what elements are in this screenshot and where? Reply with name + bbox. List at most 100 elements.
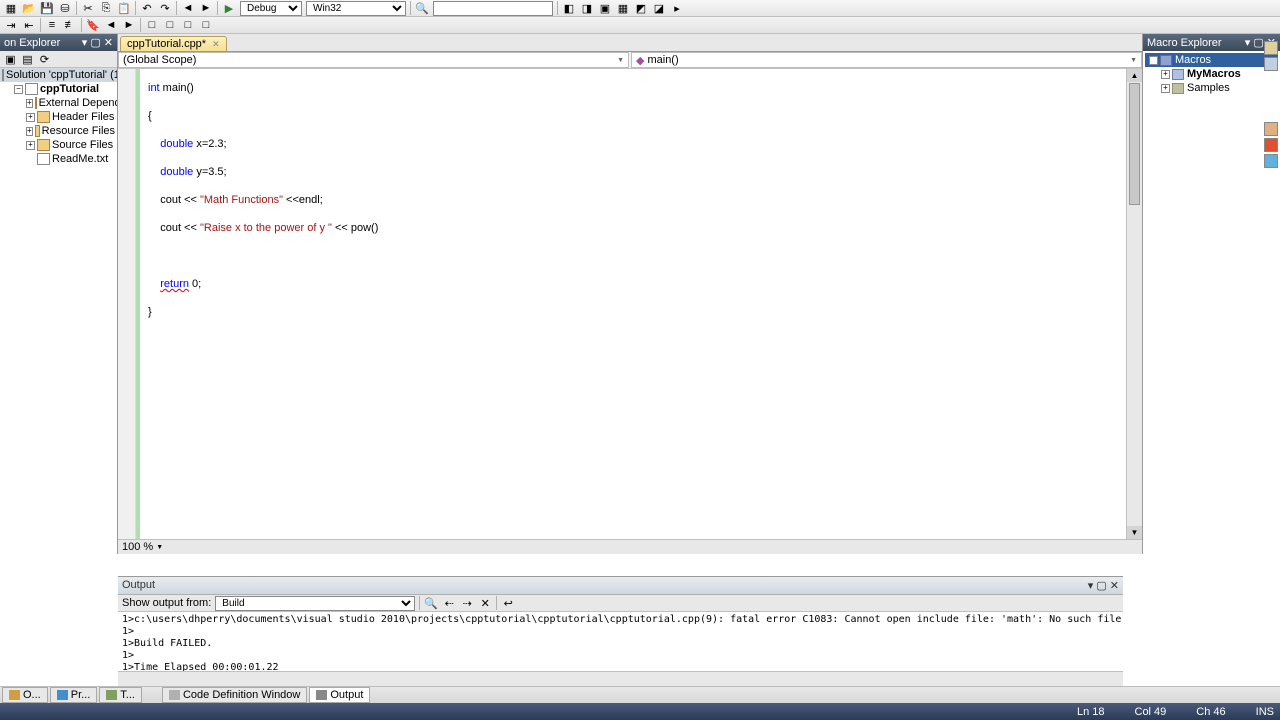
project-icon — [25, 83, 38, 95]
find-input[interactable] — [433, 1, 553, 16]
folder-external-deps[interactable]: + External Dependencies — [0, 96, 117, 110]
expand-icon[interactable]: − — [1149, 56, 1158, 65]
uncomment-icon[interactable]: ≢ — [62, 18, 78, 33]
tb-misc1-icon[interactable]: ◧ — [561, 1, 577, 16]
tb2-misc3-icon[interactable]: □ — [180, 18, 196, 33]
panel-dropdown-icon[interactable]: ▾ — [1245, 37, 1251, 49]
bookmark-icon[interactable]: 🔖 — [85, 18, 101, 33]
output-text[interactable]: 1>c:\users\dhperry\documents\visual stud… — [118, 612, 1123, 671]
outdent-icon[interactable]: ⇤ — [21, 18, 37, 33]
output-find-icon[interactable]: 🔍 — [423, 596, 439, 611]
expand-icon[interactable]: + — [26, 127, 33, 136]
btab-cdw[interactable]: Code Definition Window — [162, 687, 307, 703]
expand-icon[interactable]: + — [26, 99, 33, 108]
output-prev-icon[interactable]: ⇠ — [441, 596, 457, 611]
scope-dropdown-left[interactable]: (Global Scope) ▼ — [118, 52, 629, 68]
bookmark-next-icon[interactable]: ► — [121, 18, 137, 33]
properties-icon[interactable]: ▣ — [3, 52, 18, 67]
output-source-dropdown[interactable]: Build — [215, 596, 415, 611]
output-wrap-icon[interactable]: ↩ — [500, 596, 516, 611]
code-body[interactable]: int main() { double x=2.3; double y=3.5;… — [140, 69, 1126, 539]
scroll-up-icon[interactable]: ▲ — [1127, 69, 1142, 82]
tb2-misc1-icon[interactable]: □ — [144, 18, 160, 33]
refresh-icon[interactable]: ⟳ — [37, 52, 52, 67]
expand-icon[interactable]: + — [1161, 70, 1170, 79]
expand-icon[interactable]: − — [14, 85, 23, 94]
btab-o[interactable]: O... — [2, 687, 48, 703]
paste-icon[interactable]: 📋 — [116, 1, 132, 16]
save-all-icon[interactable]: ⛁ — [57, 1, 73, 16]
folder-header-files[interactable]: + Header Files — [0, 110, 117, 124]
panel-pin-icon[interactable]: ▢ — [90, 37, 100, 49]
horizontal-scrollbar[interactable] — [118, 671, 1123, 686]
mymacros-node[interactable]: + MyMacros — [1145, 67, 1278, 81]
show-all-icon[interactable]: ▤ — [20, 52, 35, 67]
scope-dropdown-right[interactable]: ◆main() ▼ — [631, 52, 1142, 68]
tb-misc6-icon[interactable]: ◪ — [651, 1, 667, 16]
panel-buttons: ▾ ▢ ✕ — [82, 36, 113, 49]
bookmark-prev-icon[interactable]: ◄ — [103, 18, 119, 33]
start-debug-icon[interactable]: ▶ — [221, 1, 237, 16]
nav-fwd-icon[interactable]: ► — [198, 1, 214, 16]
output-title: Output — [122, 579, 155, 592]
comment-icon[interactable]: ≡ — [44, 18, 60, 33]
undo-icon[interactable]: ↶ — [139, 1, 155, 16]
side-tab-3[interactable] — [1264, 122, 1278, 136]
panel-dropdown-icon[interactable]: ▾ — [1088, 580, 1094, 592]
redo-icon[interactable]: ↷ — [157, 1, 173, 16]
cut-icon[interactable]: ✂ — [80, 1, 96, 16]
btab-pr[interactable]: Pr... — [50, 687, 98, 703]
side-tab-4[interactable] — [1264, 138, 1278, 152]
solution-explorer-toolbar: ▣ ▤ ⟳ — [0, 51, 117, 68]
vertical-scrollbar[interactable]: ▲ ▼ — [1126, 69, 1142, 539]
side-tab-5[interactable] — [1264, 154, 1278, 168]
zoom-level[interactable]: 100 % — [122, 541, 153, 553]
tb-misc5-icon[interactable]: ◩ — [633, 1, 649, 16]
zoom-dropdown-icon[interactable]: ▼ — [156, 544, 163, 551]
folder-source-files[interactable]: + Source Files — [0, 138, 117, 152]
indent-icon[interactable]: ⇥ — [3, 18, 19, 33]
folder-resource-files[interactable]: + Resource Files — [0, 124, 117, 138]
macros-root[interactable]: − Macros — [1145, 53, 1278, 67]
find-in-files-icon[interactable]: 🔍 — [414, 1, 430, 16]
output-clear-icon[interactable]: ✕ — [477, 596, 493, 611]
save-icon[interactable]: 💾 — [39, 1, 55, 16]
tb-misc2-icon[interactable]: ◨ — [579, 1, 595, 16]
config-dropdown[interactable]: Debug — [240, 1, 302, 16]
tb-misc4-icon[interactable]: ▦ — [615, 1, 631, 16]
tb-misc7-icon[interactable]: ▸ — [669, 1, 685, 16]
project-node[interactable]: − cppTutorial — [0, 82, 117, 96]
open-icon[interactable]: 📂 — [21, 1, 37, 16]
tab-close-icon[interactable]: ✕ — [212, 39, 220, 50]
tb2-misc2-icon[interactable]: □ — [162, 18, 178, 33]
tab-cpptutorial[interactable]: cppTutorial.cpp* ✕ — [120, 36, 227, 51]
scroll-down-icon[interactable]: ▼ — [1127, 526, 1142, 539]
copy-icon[interactable]: ⎘ — [98, 1, 114, 16]
nav-back-icon[interactable]: ◄ — [180, 1, 196, 16]
expand-icon[interactable]: + — [1161, 84, 1170, 93]
solution-node[interactable]: Solution 'cppTutorial' (1 project) — [0, 68, 117, 82]
project-label: cppTutorial — [40, 83, 99, 95]
output-next-icon[interactable]: ⇢ — [459, 596, 475, 611]
panel-dropdown-icon[interactable]: ▾ — [82, 37, 88, 49]
samples-node[interactable]: + Samples — [1145, 81, 1278, 95]
new-project-icon[interactable]: ▦ — [3, 1, 19, 16]
side-tab-2[interactable] — [1264, 57, 1278, 71]
tb-misc3-icon[interactable]: ▣ — [597, 1, 613, 16]
right-side-tabs — [1261, 40, 1280, 169]
expand-icon[interactable]: + — [26, 113, 35, 122]
side-tab-1[interactable] — [1264, 41, 1278, 55]
expand-icon[interactable]: + — [26, 141, 35, 150]
btab-output[interactable]: Output — [309, 687, 370, 703]
solution-explorer-title: on Explorer — [4, 37, 60, 49]
folder-icon — [35, 125, 40, 137]
panel-close-icon[interactable]: ✕ — [104, 37, 113, 49]
btab-t[interactable]: T... — [99, 687, 142, 703]
macro-explorer-panel: Macro Explorer ▾ ▢ ✕ − Macros + MyMacros… — [1142, 34, 1280, 554]
code-editor[interactable]: int main() { double x=2.3; double y=3.5;… — [118, 69, 1142, 539]
platform-dropdown[interactable]: Win32 — [306, 1, 406, 16]
panel-pin-icon[interactable]: ▢ — [1096, 580, 1106, 592]
file-readme[interactable]: ReadMe.txt — [0, 152, 117, 166]
panel-close-icon[interactable]: ✕ — [1110, 580, 1119, 592]
tb2-misc4-icon[interactable]: □ — [198, 18, 214, 33]
